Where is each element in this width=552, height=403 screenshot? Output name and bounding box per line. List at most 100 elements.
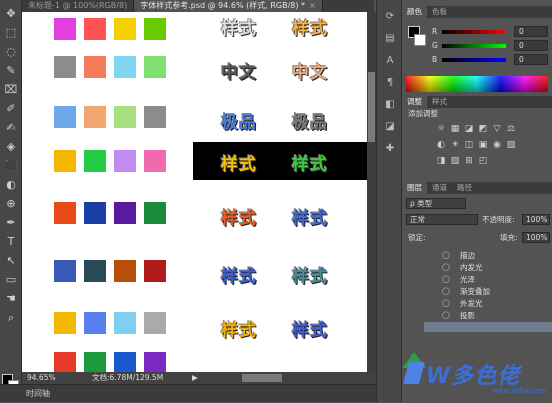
eye-icon[interactable]: ◯ [442,298,450,309]
document-canvas[interactable]: 样式 样式 中文 中文 极品 极品 样式 样式 样式 样式 样式 样式 样式 样式 [22,12,367,372]
tool-icon[interactable]: ⬚ [3,25,19,40]
panel-dock-icon[interactable]: ⟳ [383,10,397,24]
layer-effect-row[interactable]: ◯ 渐变叠加 [402,286,552,297]
color-swatch [114,260,136,282]
layer-effect-row[interactable]: ◯ 外发光 [402,298,552,309]
channel-slider[interactable] [442,30,506,34]
adjustment-icon[interactable]: ◩ [478,124,488,134]
channel-value[interactable]: 0 [514,54,548,65]
tool-icon[interactable]: ⌧ [3,82,19,97]
adjustment-icon[interactable]: ⚖ [506,124,516,134]
tool-icon[interactable]: ☚ [3,291,19,306]
tool-icon[interactable]: ▭ [3,272,19,287]
tab-font-style-reference[interactable]: 字体样式参考.psd @ 94.6% (样式, RGB/8) * × [134,0,323,12]
adjustment-icon[interactable]: ◪ [464,124,474,134]
adjustment-icon[interactable]: ⊞ [464,156,474,166]
layer-effect-row[interactable]: ◯ 光泽 [402,274,552,285]
eye-icon[interactable]: ◯ [442,262,450,273]
vertical-scrollbar[interactable] [367,12,376,372]
timeline-bar[interactable]: 时间轴 [0,384,376,402]
scroll-thumb[interactable] [368,72,375,142]
tool-icon[interactable]: ↖ [3,253,19,268]
style-sample-text: 样式 [221,267,257,287]
color-swatch [114,18,136,40]
eye-icon[interactable]: ◯ [442,286,450,297]
color-swatch [114,352,136,372]
panel-dock-icon[interactable]: ◪ [383,120,397,134]
color-swatch [84,18,106,40]
background-color-swatch[interactable] [414,34,426,46]
adjustment-icon[interactable]: ◨ [436,156,446,166]
channel-slider[interactable] [442,58,506,62]
layer-effect-row[interactable]: ◯ 投影 [402,310,552,321]
eye-icon[interactable]: ◯ [442,310,450,321]
color-spectrum[interactable] [406,76,548,92]
panel-dock: ⟳ ▤ A ¶ ◧ ◪ ✚ [376,0,402,402]
adjustment-icon[interactable]: ▨ [506,140,516,150]
color-swatch [144,150,166,172]
panel-dock-icon[interactable]: ✚ [383,142,397,156]
adjustment-icon[interactable]: ◫ [464,140,474,150]
eye-icon[interactable]: ◯ [442,274,450,285]
tool-icon[interactable]: ⊕ [3,196,19,211]
adjustment-icon[interactable]: ▧ [450,156,460,166]
tab-channels[interactable]: 通道 [427,182,452,194]
tab-untitled[interactable]: 未标题-1 @ 100%(RGB/8) [22,0,135,12]
layer-kind-filter[interactable]: ρ 类型 [406,198,466,209]
tool-icon[interactable]: ✐ [3,101,19,116]
tool-icon[interactable]: ✥ [3,6,19,21]
adjustment-icon[interactable]: ◐ [436,140,446,150]
zoom-level[interactable]: 94.65% [27,372,56,384]
tool-icon[interactable]: ✎ [3,63,19,78]
panel-dock-icon[interactable]: ◧ [383,98,397,112]
selected-layer-row[interactable] [424,322,552,332]
tab-layers[interactable]: 图层 [402,182,427,194]
color-slider-row: R0 [426,26,552,38]
style-sample-text: 样式 [221,321,257,341]
tab-styles[interactable]: 样式 [427,96,452,108]
color-swatch [114,56,136,78]
tab-adjustments[interactable]: 调整 [402,96,427,108]
tool-icon[interactable]: ◈ [3,139,19,154]
tab-swatches[interactable]: 色板 [427,6,452,18]
tab-color[interactable]: 颜色 [402,6,427,18]
eye-icon[interactable]: ◯ [442,250,450,261]
panel-dock-icon[interactable]: ¶ [383,76,397,90]
tool-icon[interactable]: ⬛ [3,158,19,173]
tool-icon[interactable]: T [3,234,19,249]
tool-icon[interactable]: ✒ [3,215,19,230]
opacity-field[interactable]: 100% [522,214,550,225]
adjustment-icon[interactable]: ▦ [450,124,460,134]
fill-field[interactable]: 100% [522,232,550,243]
channel-value[interactable]: 0 [514,40,548,51]
tab-label: 未标题-1 @ 100%(RGB/8) [28,1,128,10]
adjustment-icon[interactable]: ☼ [436,124,446,134]
status-bar: 94.65% 文档:6.78M/129.5M ▶ [22,372,376,384]
layer-effect-row[interactable]: ◯ 内发光 [402,262,552,273]
tool-icon[interactable]: ◌ [3,44,19,59]
channel-slider[interactable] [442,44,506,48]
lock-label: 锁定: [408,233,426,242]
color-swatch [84,56,106,78]
tool-icon[interactable]: ◐ [3,177,19,192]
tool-icon[interactable]: ⌕ [3,310,19,325]
panel-dock-icon[interactable]: A [383,54,397,68]
status-arrow-icon[interactable]: ▶ [192,372,198,384]
effect-name: 投影 [460,311,475,320]
tab-paths[interactable]: 路径 [452,182,477,194]
adjustment-icon[interactable]: ◉ [492,140,502,150]
channel-value[interactable]: 0 [514,26,548,37]
adjustment-icon[interactable]: ☀ [450,140,460,150]
adjustment-icon[interactable]: ▽ [492,124,502,134]
close-icon[interactable]: × [309,1,316,10]
panel-dock-icon[interactable]: ▤ [383,32,397,46]
color-swatch [54,312,76,334]
blend-mode-select[interactable]: 正常 [406,214,478,225]
adjustment-icon[interactable]: ◰ [478,156,488,166]
effect-name: 渐变叠加 [460,287,490,296]
tool-icon[interactable]: ✍ [3,120,19,135]
color-swatch [114,150,136,172]
horizontal-scroll-thumb[interactable] [242,374,282,382]
layer-effect-row[interactable]: ◯ 描边 [402,250,552,261]
adjustment-icon[interactable]: ▣ [478,140,488,150]
